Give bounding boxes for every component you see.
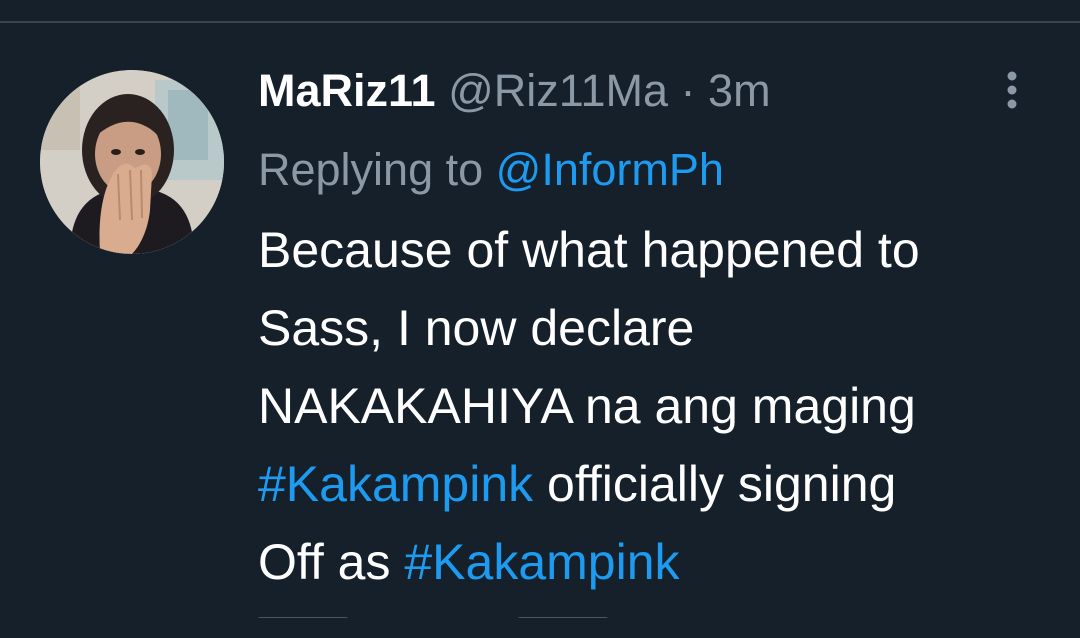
tweet-screen: MaRiz11 @Riz11Ma · 3m Replying to @Infor… bbox=[0, 0, 1080, 638]
display-name[interactable]: MaRiz11 bbox=[258, 65, 436, 116]
tweet-text-line: NAKAKAHIYA na ang maging bbox=[258, 378, 916, 434]
action-bar-peek bbox=[258, 608, 1018, 618]
tweet-text-line: Sass, I now declare bbox=[258, 300, 695, 356]
tweet-text-line: #Kakampink officially signing bbox=[258, 445, 1048, 523]
tweet-text-fragment: Off as bbox=[258, 534, 405, 590]
replying-to-line: Replying to @InformPh bbox=[258, 141, 1048, 199]
tweet-header: MaRiz11 @Riz11Ma · 3m bbox=[258, 63, 1048, 119]
tweet-timestamp[interactable]: 3m bbox=[708, 65, 771, 116]
replying-to-mention[interactable]: @InformPh bbox=[496, 144, 724, 195]
tweet-content: MaRiz11 @Riz11Ma · 3m Replying to @Infor… bbox=[258, 63, 1048, 601]
tweet-text-line: Off as #Kakampink bbox=[258, 523, 1048, 601]
tweet-text-line: Because of what happened to bbox=[258, 222, 920, 278]
header-separator: · bbox=[680, 65, 696, 116]
tweet-text: Because of what happened to Sass, I now … bbox=[258, 211, 1048, 601]
tweet-text-fragment: officially signing bbox=[533, 456, 897, 512]
user-handle[interactable]: @Riz11Ma bbox=[448, 65, 668, 116]
hashtag-link[interactable]: #Kakampink bbox=[258, 456, 533, 512]
avatar[interactable] bbox=[40, 70, 224, 254]
hashtag-link[interactable]: #Kakampink bbox=[404, 534, 679, 590]
avatar-image bbox=[40, 70, 224, 254]
reply-icon[interactable] bbox=[258, 617, 348, 618]
tweet-card[interactable]: MaRiz11 @Riz11Ma · 3m Replying to @Infor… bbox=[0, 23, 1080, 638]
retweet-icon[interactable] bbox=[518, 617, 608, 618]
replying-to-label: Replying to bbox=[258, 144, 484, 195]
